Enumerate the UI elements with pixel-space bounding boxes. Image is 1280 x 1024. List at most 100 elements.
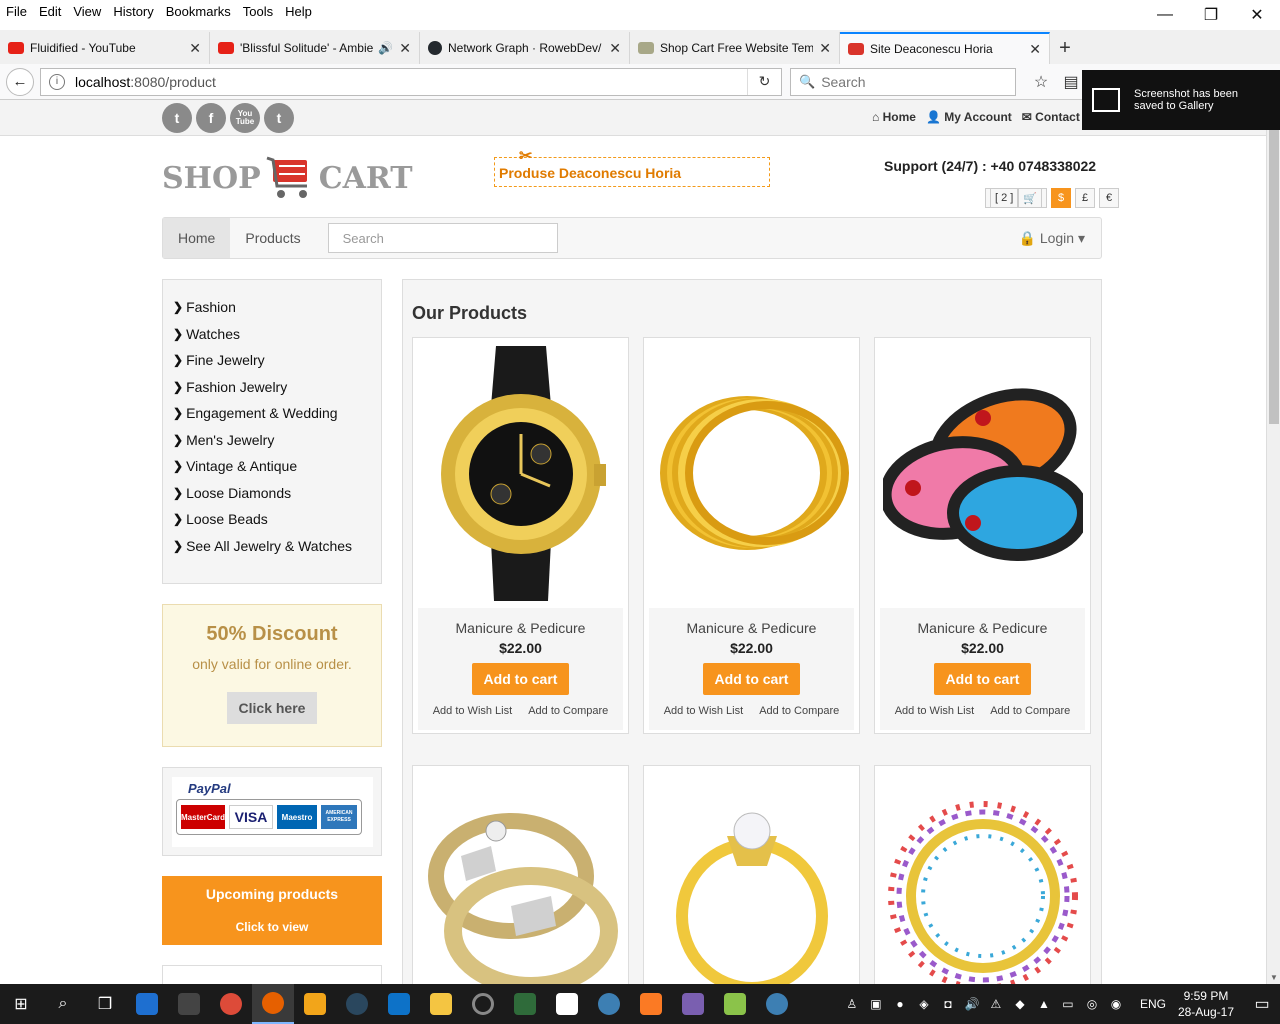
scrollbar-thumb[interactable] (1269, 114, 1279, 424)
cortana-search-icon[interactable]: ⌕ (42, 984, 84, 1024)
nav-home[interactable]: Home (163, 218, 231, 258)
add-to-compare-link[interactable]: Add to Compare (759, 705, 839, 717)
menu-bookmarks[interactable]: Bookmarks (160, 4, 237, 19)
tab-shopcart-template[interactable]: Shop Cart Free Website Tem ✕ (630, 32, 840, 64)
menu-edit[interactable]: Edit (33, 4, 67, 19)
discount-button[interactable]: Click here (226, 692, 318, 724)
upcoming-products-box[interactable]: Upcoming products Click to view (162, 876, 382, 945)
product-name[interactable]: Manicure & Pedicure (418, 620, 623, 636)
scroll-down-icon[interactable]: ▼ (1267, 970, 1280, 984)
tab-youtube-blissful[interactable]: 'Blissful Solitude' - Ambie 🔊 ✕ (210, 32, 420, 64)
facebook-icon[interactable]: f (196, 103, 226, 133)
tab-youtube-fluidified[interactable]: Fluidified - YouTube ✕ (0, 32, 210, 64)
menu-file[interactable]: File (0, 4, 33, 19)
add-to-wishlist-link[interactable]: Add to Wish List (664, 705, 743, 717)
browser-search-input[interactable]: 🔍 Search (790, 67, 1016, 96)
page-scrollbar[interactable]: ▲ ▼ (1266, 100, 1280, 984)
app-icon-ring[interactable] (462, 984, 504, 1024)
reload-icon[interactable]: ↻ (747, 68, 781, 95)
tray-warning-icon[interactable]: ⚠ (984, 997, 1008, 1011)
tray-app2-icon[interactable]: ◆ (1008, 997, 1032, 1011)
add-to-compare-link[interactable]: Add to Compare (528, 705, 608, 717)
nvidia-icon[interactable]: ▲ (1032, 997, 1056, 1011)
tray-xampp-icon[interactable]: ▣ (864, 997, 888, 1011)
tab-close-icon[interactable]: ✕ (1029, 41, 1041, 58)
top-link-home[interactable]: ⌂ Home (872, 110, 916, 124)
screenshot-toast[interactable]: Screenshot has been saved to Gallery (1082, 70, 1280, 130)
notifications-icon[interactable]: ▭ (1244, 994, 1280, 1014)
file-explorer-icon[interactable] (420, 984, 462, 1024)
currency-eur[interactable]: € (1099, 188, 1120, 208)
chrome-icon[interactable] (210, 984, 252, 1024)
tab-close-icon[interactable]: ✕ (399, 40, 411, 57)
currency-gbp[interactable]: £ (1075, 188, 1096, 208)
language-indicator[interactable]: ENG (1140, 997, 1166, 1011)
network-icon[interactable]: ▭ (1056, 997, 1080, 1011)
product-image-medical-wristbands[interactable] (880, 343, 1085, 603)
product-image-gold-bangles[interactable] (649, 343, 854, 603)
mail-icon[interactable] (546, 984, 588, 1024)
menu-tools[interactable]: Tools (237, 4, 279, 19)
category-loose-beads[interactable]: ❯ Loose Beads (173, 506, 371, 533)
menu-view[interactable]: View (67, 4, 107, 19)
twitter-icon[interactable]: t (162, 103, 192, 133)
top-link-contact[interactable]: ✉ Contact (1022, 110, 1080, 124)
add-to-cart-button[interactable]: Add to cart (702, 663, 801, 695)
nav-products[interactable]: Products (230, 218, 315, 258)
firefox-icon[interactable] (252, 984, 294, 1024)
edge-icon[interactable] (126, 984, 168, 1024)
promo-banner[interactable]: ✂ Produse Deaconescu Horia (494, 148, 770, 187)
category-vintage-antique[interactable]: ❯ Vintage & Antique (173, 453, 371, 480)
category-see-all[interactable]: ❯ See All Jewelry & Watches (173, 533, 371, 560)
tab-github-network[interactable]: Network Graph · RowebDev/ ✕ (420, 32, 630, 64)
mini-cart-button[interactable]: [ 2 ] 🛒 (985, 188, 1048, 208)
tray-acrobat-icon[interactable]: ◈ (912, 997, 936, 1011)
notepad-icon[interactable] (714, 984, 756, 1024)
product-image-wedding-rings[interactable] (418, 771, 623, 984)
currency-usd[interactable]: $ (1051, 188, 1072, 208)
site-logo[interactable]: SHOP CART (162, 156, 413, 200)
tray-person-icon[interactable]: ♙ (840, 997, 864, 1011)
product-name[interactable]: Manicure & Pedicure (880, 620, 1085, 636)
info-icon[interactable]: i (49, 73, 65, 90)
tumblr-icon[interactable]: t (264, 103, 294, 133)
top-link-account[interactable]: 👤 My Account (926, 110, 1012, 124)
product-name[interactable]: Manicure & Pedicure (649, 620, 854, 636)
store-icon[interactable] (168, 984, 210, 1024)
category-loose-diamonds[interactable]: ❯ Loose Diamonds (173, 480, 371, 507)
tab-close-icon[interactable]: ✕ (819, 40, 831, 57)
task-view-icon[interactable]: ❒ (84, 984, 126, 1024)
close-window-button[interactable]: ✕ (1234, 0, 1280, 30)
back-button[interactable]: ← (6, 67, 34, 96)
product-image-diamond-ring[interactable] (649, 771, 854, 984)
app-icon-v[interactable] (504, 984, 546, 1024)
category-fashion[interactable]: ❯ Fashion (173, 294, 371, 321)
product-image-gold-watch[interactable] (418, 343, 623, 603)
category-fine-jewelry[interactable]: ❯ Fine Jewelry (173, 347, 371, 374)
category-mens-jewelry[interactable]: ❯ Men's Jewelry (173, 427, 371, 454)
category-fashion-jewelry[interactable]: ❯ Fashion Jewelry (173, 374, 371, 401)
youtube-icon[interactable]: You Tube (230, 103, 260, 133)
tab-close-icon[interactable]: ✕ (609, 40, 621, 57)
bookmark-star-icon[interactable]: ☆ (1026, 72, 1056, 92)
volume-icon[interactable]: 🔊 (960, 997, 984, 1011)
xampp-icon[interactable] (630, 984, 672, 1024)
tab-site-deaconescu[interactable]: Site Deaconescu Horia ✕ (840, 32, 1050, 64)
product-image-beaded-necklace[interactable] (880, 771, 1085, 984)
tray-app-icon[interactable]: ● (888, 997, 912, 1011)
tray-app4-icon[interactable]: ◉ (1104, 997, 1128, 1011)
tab-close-icon[interactable]: ✕ (189, 40, 201, 57)
app-icon-network[interactable] (756, 984, 798, 1024)
minimize-button[interactable]: — (1142, 0, 1188, 30)
add-to-wishlist-link[interactable]: Add to Wish List (895, 705, 974, 717)
login-dropdown[interactable]: 🔒 Login ▾ (1018, 230, 1085, 247)
category-engagement-wedding[interactable]: ❯ Engagement & Wedding (173, 400, 371, 427)
add-to-cart-button[interactable]: Add to cart (471, 663, 570, 695)
tray-shield-icon[interactable]: ◘ (936, 997, 960, 1011)
new-tab-button[interactable]: + (1050, 32, 1080, 64)
add-to-cart-button[interactable]: Add to cart (933, 663, 1032, 695)
url-bar[interactable]: i localhost:8080/product ↻ (40, 67, 782, 96)
speaker-icon[interactable]: 🔊 (378, 41, 393, 55)
taskbar-clock[interactable]: 9:59 PM 28-Aug-17 (1178, 988, 1234, 1020)
start-windows-icon[interactable]: ⊞ (0, 984, 42, 1024)
